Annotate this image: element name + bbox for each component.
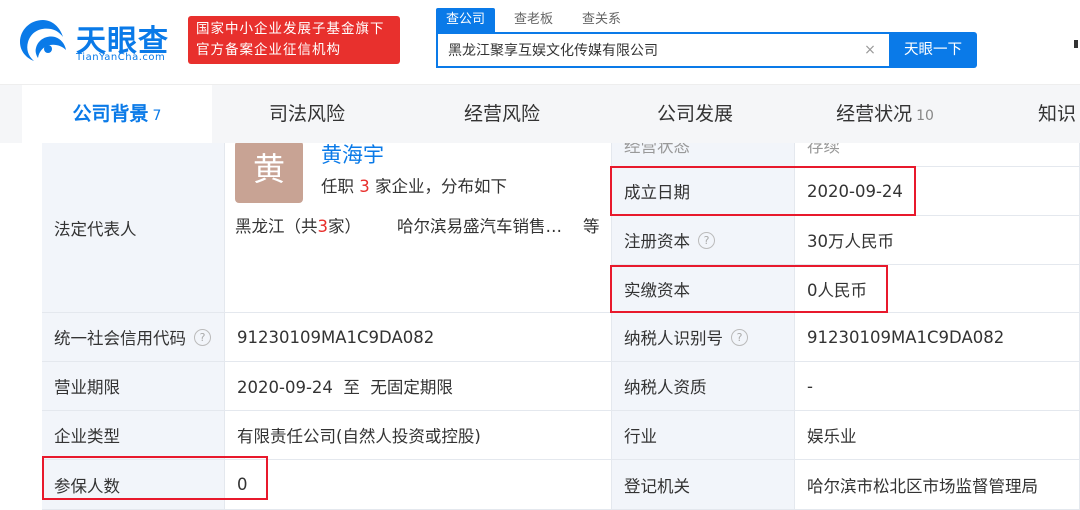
tab-company-development[interactable]: 公司发展 xyxy=(600,85,790,143)
term-label-cell: 营业期限 xyxy=(42,362,225,411)
tab-label: 经营状况 xyxy=(836,103,913,125)
legal-rep-label-cell: 法定代表人 xyxy=(42,143,225,313)
region-count: 3 xyxy=(317,217,329,236)
type-label-cell: 企业类型 xyxy=(42,411,225,460)
paid-capital-label: 实缴资本 xyxy=(624,280,690,300)
tab-judicial-risk[interactable]: 司法风险 xyxy=(212,85,402,143)
company-type-value: 有限责任公司(自然人投资或控股) xyxy=(237,427,481,446)
section-nav: 公司背景 7 司法风险 经营风险 公司发展 经营状况 10 知识 xyxy=(0,85,1080,143)
tab-count: 10 xyxy=(916,108,934,124)
capital-label-cell: 注册资本? xyxy=(612,216,795,265)
credit-code-value: 91230109MA1C9DA082 xyxy=(237,327,435,347)
insured-count-label: 参保人数 xyxy=(54,476,120,496)
search-tab-relation[interactable]: 查关系 xyxy=(582,8,621,32)
paid-value-cell: 0人民币 xyxy=(795,265,1080,313)
legal-rep-desc: 任职 3 家企业，分布如下 xyxy=(321,173,507,197)
help-icon[interactable]: ? xyxy=(194,328,211,346)
tab-label: 知识 xyxy=(1038,103,1077,125)
desc-post: 家企业，分布如下 xyxy=(369,177,507,196)
status-label-cell: 经营状态 xyxy=(612,143,795,167)
tab-intellectual-property[interactable]: 知识 xyxy=(1030,85,1080,143)
search-input[interactable] xyxy=(438,34,848,66)
tab-count: 7 xyxy=(152,108,162,124)
industry-label-cell: 行业 xyxy=(612,411,795,460)
tab-label: 司法风险 xyxy=(268,103,345,125)
industry-value-cell: 娱乐业 xyxy=(795,411,1080,460)
registry-label-cell: 登记机关 xyxy=(612,460,795,510)
credit-code-label: 统一社会信用代码 xyxy=(54,329,186,348)
type-value-cell: 有限责任公司(自然人投资或控股) xyxy=(225,411,612,460)
capital-label: 注册资本 xyxy=(624,232,690,251)
taxpayer-qual-value: - xyxy=(807,376,813,396)
tab-label: 公司背景 xyxy=(72,103,149,125)
tab-operation-risk[interactable]: 经营风险 xyxy=(407,85,597,143)
founded-value: 2020-09-24 xyxy=(807,181,903,201)
taxpayer-id-label-cell: 纳税人识别号? xyxy=(612,313,795,362)
tab-company-background[interactable]: 公司背景 7 xyxy=(22,85,212,143)
company-info-table: 法定代表人 黄 黄海宇 任职 3 家企业，分布如下 黑龙江（共3家） 哈尔滨易盛… xyxy=(42,143,1080,510)
paid-capital-value: 0人民币 xyxy=(807,280,867,300)
industry-label: 行业 xyxy=(624,427,657,446)
term-value: 2020-09-24 至 无固定期限 xyxy=(237,378,453,397)
founded-label-cell: 成立日期 xyxy=(612,167,795,216)
tab-label: 经营风险 xyxy=(463,103,540,125)
badge-line-1: 国家中小企业发展子基金旗下 xyxy=(196,21,385,37)
insured-value-cell: 0 xyxy=(225,460,612,510)
legal-rep-value-cell: 黄 黄海宇 任职 3 家企业，分布如下 黑龙江（共3家） 哈尔滨易盛汽车销售… … xyxy=(225,143,612,313)
logo-subtitle: TianYanCha.com xyxy=(76,52,166,63)
tab-label: 公司发展 xyxy=(656,103,733,125)
taxpayer-qual-label-cell: 纳税人资质 xyxy=(612,362,795,411)
status-value: 存续 xyxy=(807,143,840,156)
registry-label: 登记机关 xyxy=(624,476,690,496)
official-badge: 国家中小企业发展子基金旗下 官方备案企业征信机构 xyxy=(188,16,400,64)
status-value-cell: 存续 xyxy=(795,143,1080,167)
capital-value: 30万人民币 xyxy=(807,232,894,251)
overflow-edge xyxy=(1074,40,1078,48)
legal-rep-label: 法定代表人 xyxy=(54,219,137,239)
desc-pre: 任职 xyxy=(321,177,360,196)
badge-line-2: 官方备案企业征信机构 xyxy=(196,42,341,58)
term-value-cell: 2020-09-24 至 无固定期限 xyxy=(225,362,612,411)
taxpayer-qual-value-cell: - xyxy=(795,362,1080,411)
insured-count-value: 0 xyxy=(237,475,248,494)
registry-value: 哈尔滨市松北区市场监督管理局 xyxy=(807,476,1038,496)
legal-rep-name-link[interactable]: 黄海宇 xyxy=(321,143,384,169)
insured-label-cell: 参保人数 xyxy=(42,460,225,510)
taxpayer-id-value-cell: 91230109MA1C9DA082 xyxy=(795,313,1080,362)
avatar[interactable]: 黄 xyxy=(235,143,303,203)
desc-count: 3 xyxy=(359,177,370,196)
paid-label-cell: 实缴资本 xyxy=(612,265,795,313)
tab-operation-status[interactable]: 经营状况 10 xyxy=(790,85,980,143)
credit-code-label-cell: 统一社会信用代码? xyxy=(42,313,225,362)
taxpayer-qual-label: 纳税人资质 xyxy=(624,378,707,397)
search-box: × xyxy=(436,32,890,68)
taxpayer-id-value: 91230109MA1C9DA082 xyxy=(807,327,1005,347)
region-post: 家） xyxy=(328,217,361,236)
status-label: 经营状态 xyxy=(624,143,690,156)
help-icon[interactable]: ? xyxy=(698,231,715,249)
term-label: 营业期限 xyxy=(54,378,120,397)
region-pre: 黑龙江（共 xyxy=(235,217,318,236)
founded-label: 成立日期 xyxy=(624,183,690,202)
taxpayer-id-label: 纳税人识别号 xyxy=(624,329,723,348)
industry-value: 娱乐业 xyxy=(807,427,857,446)
top-header: 天眼查 TianYanCha.com 国家中小企业发展子基金旗下 官方备案企业征… xyxy=(0,0,1080,85)
credit-code-value-cell: 91230109MA1C9DA082 xyxy=(225,313,612,362)
tianyancha-logo[interactable]: 天眼查 TianYanCha.com xyxy=(18,14,178,64)
legal-rep-etc-link[interactable]: 等 xyxy=(583,213,600,237)
logo-mark-icon xyxy=(20,20,66,61)
help-icon[interactable]: ? xyxy=(731,328,748,346)
founded-value-cell: 2020-09-24 xyxy=(795,167,1080,216)
search-tab-company[interactable]: 查公司 xyxy=(436,8,496,32)
search-tab-boss[interactable]: 查老板 xyxy=(514,8,553,32)
legal-rep-company-link[interactable]: 哈尔滨易盛汽车销售… xyxy=(397,213,562,237)
company-type-label: 企业类型 xyxy=(54,427,120,446)
registry-value-cell: 哈尔滨市松北区市场监督管理局 xyxy=(795,460,1080,510)
search-button[interactable]: 天眼一下 xyxy=(889,32,977,68)
capital-value-cell: 30万人民币 xyxy=(795,216,1080,265)
legal-rep-region[interactable]: 黑龙江（共3家） xyxy=(235,213,361,237)
clear-icon[interactable]: × xyxy=(862,42,878,58)
